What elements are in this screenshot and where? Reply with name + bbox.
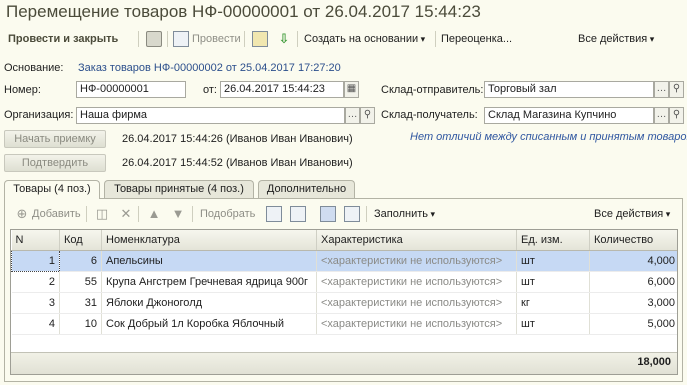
organization-open-icon[interactable]: ⚲	[360, 107, 375, 124]
table-header-row: N Код Номенклатура Характеристика Ед. из…	[11, 230, 677, 251]
calendar-icon[interactable]: ▦	[344, 81, 359, 98]
row-name[interactable]: Крупа Ангстрем Гречневая ядрица 900г	[101, 271, 317, 293]
tab-additional[interactable]: Дополнительно	[258, 180, 355, 198]
organization-select-icon[interactable]: …	[345, 107, 360, 124]
table-footer: 18,000	[11, 352, 677, 374]
delete-icon[interactable]: ✕	[118, 206, 134, 222]
row-unit[interactable]: шт	[516, 313, 590, 335]
row-name[interactable]: Яблоки Джоноголд	[101, 292, 317, 314]
post-and-close-button[interactable]: Провести и закрыть	[8, 30, 118, 48]
save-icon[interactable]	[146, 31, 162, 47]
table-row[interactable]: 1 6 Апельсины <характеристики не использ…	[11, 249, 677, 272]
number-field[interactable]: НФ-00000001	[76, 81, 186, 98]
total-quantity: 18,000	[637, 356, 671, 368]
toolbar-separator	[297, 31, 298, 47]
row-characteristic[interactable]: <характеристики не используются>	[316, 271, 517, 293]
row-characteristic[interactable]: <характеристики не используются>	[316, 292, 517, 314]
organization-field[interactable]: Наша фирма	[76, 107, 345, 124]
row-unit[interactable]: кг	[516, 292, 590, 314]
row-code: 31	[59, 292, 102, 314]
row-unit[interactable]: шт	[516, 271, 590, 293]
start-receiving-info: 26.04.2017 15:44:26 (Иванов Иван Иванови…	[122, 133, 353, 145]
revaluation-button[interactable]: Переоценка...	[441, 30, 512, 48]
all-actions-menu[interactable]: Все действия	[578, 30, 654, 48]
column-header[interactable]: Номенклатура	[101, 230, 317, 251]
copy-row-icon[interactable]: ◫	[94, 206, 110, 222]
column-header[interactable]: Код	[59, 230, 102, 251]
toolbar-separator	[366, 206, 367, 222]
window-title: Перемещение товаров НФ-00000001 от 26.04…	[6, 2, 481, 21]
column-header[interactable]: Ед. изм.	[516, 230, 590, 251]
toolbar-separator	[138, 206, 139, 222]
table-all-actions-menu[interactable]: Все действия	[594, 205, 670, 223]
toolbar-separator	[167, 31, 168, 47]
receiver-select-icon[interactable]: …	[654, 107, 669, 124]
row-number: 3	[11, 292, 60, 314]
sender-select-icon[interactable]: …	[654, 81, 669, 98]
confirm-info: 26.04.2017 15:44:52 (Иванов Иван Иванови…	[122, 157, 353, 169]
create-based-on-menu[interactable]: Создать на основании	[304, 30, 425, 48]
tab-accepted-goods[interactable]: Товары принятые (4 поз.)	[104, 180, 254, 198]
confirm-button[interactable]: Подтвердить	[4, 154, 106, 172]
basis-document-link[interactable]: Заказ товаров НФ-00000002 от 25.04.2017 …	[78, 60, 341, 76]
copy-icon[interactable]	[266, 206, 282, 222]
date-field[interactable]: 26.04.2017 15:44:23	[220, 81, 344, 98]
row-number: 1	[11, 249, 60, 272]
move-down-icon[interactable]: ▼	[170, 206, 186, 222]
table-row[interactable]: 3 31 Яблоки Джоноголд <характеристики не…	[11, 292, 677, 314]
move-up-icon[interactable]: ▲	[146, 206, 162, 222]
row-name[interactable]: Апельсины	[101, 250, 317, 272]
column-header[interactable]: Характеристика	[316, 230, 517, 251]
print-icon[interactable]	[344, 206, 360, 222]
receiver-warehouse-field[interactable]: Склад Магазина Купчино	[484, 107, 654, 124]
row-quantity[interactable]: 6,000	[589, 271, 677, 293]
row-code: 10	[59, 313, 102, 335]
row-number: 2	[11, 271, 60, 293]
toolbar-separator	[86, 206, 87, 222]
column-header[interactable]: Количество	[589, 230, 677, 251]
barcode-icon[interactable]	[320, 206, 336, 222]
toolbar-separator	[138, 31, 139, 47]
paste-icon[interactable]	[290, 206, 306, 222]
receiver-warehouse-label: Склад-получатель:	[381, 109, 478, 121]
download-icon[interactable]: ⇩	[276, 31, 292, 47]
sender-warehouse-field[interactable]: Торговый зал	[484, 81, 654, 98]
receiver-open-icon[interactable]: ⚲	[669, 107, 684, 124]
row-number: 4	[11, 313, 60, 335]
number-label: Номер:	[4, 84, 41, 96]
row-quantity[interactable]: 3,000	[589, 292, 677, 314]
checklist-icon[interactable]	[252, 31, 268, 47]
basis-label: Основание:	[4, 62, 64, 74]
table-row[interactable]: 4 10 Сок Добрый 1л Коробка Яблочный <хар…	[11, 313, 677, 335]
date-label: от:	[203, 84, 217, 96]
row-characteristic[interactable]: <характеристики не используются>	[316, 250, 517, 272]
column-header[interactable]: N	[11, 230, 60, 251]
start-receiving-button[interactable]: Начать приемку	[4, 130, 106, 148]
row-code: 6	[59, 250, 102, 272]
toolbar-separator	[244, 31, 245, 47]
no-difference-note: Нет отличий между списанным и принятым т…	[410, 131, 687, 143]
row-quantity[interactable]: 4,000	[589, 250, 677, 272]
row-code: 55	[59, 271, 102, 293]
toolbar-separator	[192, 206, 193, 222]
toolbar-separator	[435, 31, 436, 47]
pick-button[interactable]: Подобрать	[200, 205, 255, 223]
sender-warehouse-label: Склад-отправитель:	[381, 84, 484, 96]
table-row[interactable]: 2 55 Крупа Ангстрем Гречневая ядрица 900…	[11, 271, 677, 293]
row-quantity[interactable]: 5,000	[589, 313, 677, 335]
post-button[interactable]: Провести	[192, 30, 241, 48]
organization-label: Организация:	[4, 109, 74, 121]
tab-goods[interactable]: Товары (4 поз.)	[4, 180, 100, 199]
row-characteristic[interactable]: <характеристики не используются>	[316, 313, 517, 335]
sender-open-icon[interactable]: ⚲	[669, 81, 684, 98]
add-row-button[interactable]: Добавить	[32, 205, 81, 223]
add-icon: ⊕	[16, 206, 28, 221]
row-unit[interactable]: шт	[516, 250, 590, 272]
post-doc-icon	[173, 31, 189, 47]
fill-menu[interactable]: Заполнить	[374, 205, 435, 223]
row-name[interactable]: Сок Добрый 1л Коробка Яблочный	[101, 313, 317, 335]
